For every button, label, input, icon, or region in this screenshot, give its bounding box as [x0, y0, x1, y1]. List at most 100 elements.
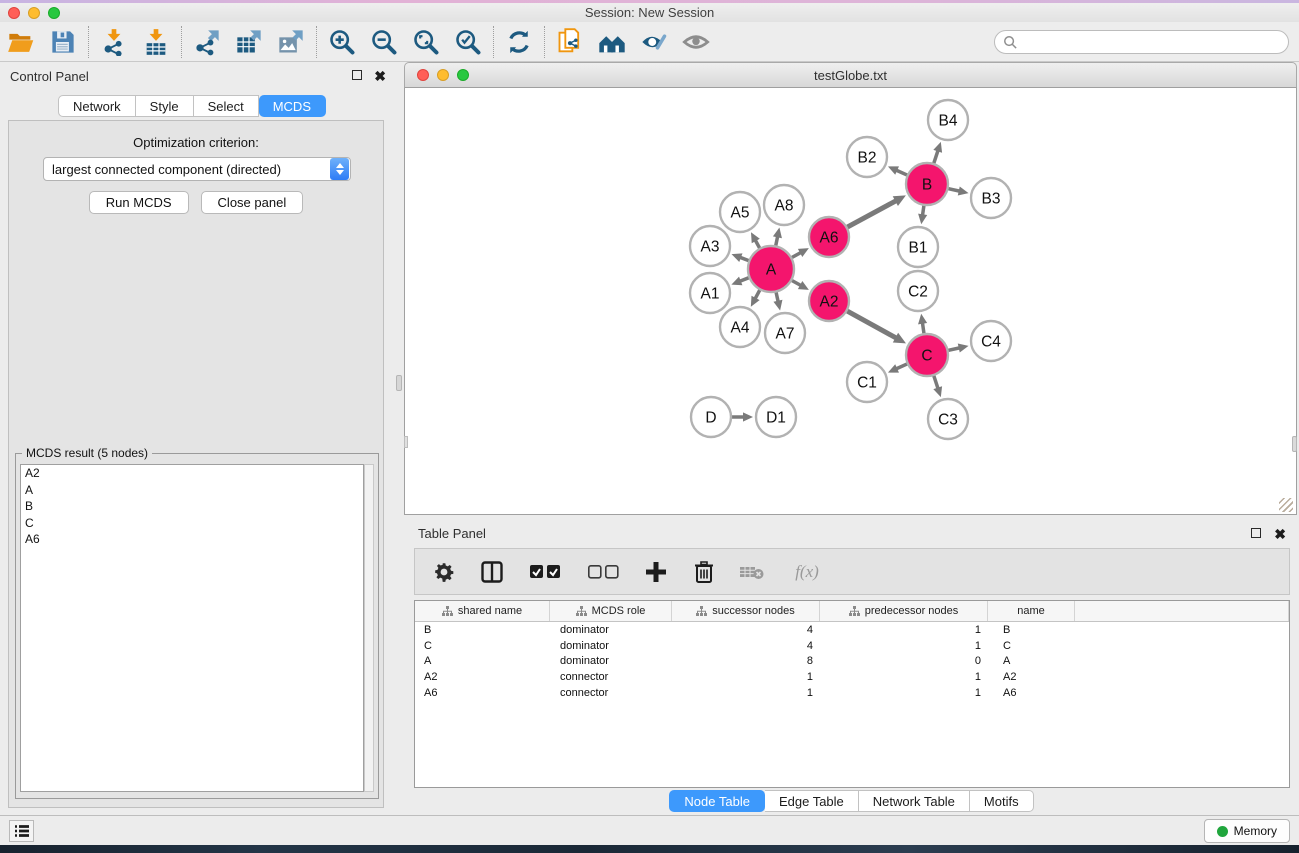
open-session-button[interactable]	[0, 25, 42, 59]
show-panel-list-button[interactable]	[9, 820, 34, 842]
edge-A2-C[interactable]	[845, 310, 897, 339]
graph-node-D1[interactable]: D1	[756, 397, 796, 437]
table-cell[interactable]: A2	[415, 669, 550, 685]
refresh-button[interactable]	[498, 25, 540, 59]
table-cell[interactable]: B	[988, 622, 1075, 638]
tab-mcds[interactable]: MCDS	[259, 95, 326, 117]
node-table[interactable]: shared nameMCDS rolesuccessor nodesprede…	[414, 600, 1290, 788]
panel-splitter-handle[interactable]	[396, 375, 402, 391]
column-header-predecessor-nodes[interactable]: predecessor nodes	[820, 601, 988, 621]
graph-node-C4[interactable]: C4	[971, 321, 1011, 361]
table-cell[interactable]: connector	[550, 669, 672, 685]
graph-node-C1[interactable]: C1	[847, 362, 887, 402]
table-cell[interactable]: dominator	[550, 622, 672, 638]
graph-node-B1[interactable]: B1	[898, 227, 938, 267]
hide-all-columns-button[interactable]	[585, 559, 621, 585]
graph-node-C2[interactable]: C2	[898, 271, 938, 311]
zoom-selected-button[interactable]	[447, 25, 489, 59]
tab-edge-table[interactable]: Edge Table	[765, 790, 859, 812]
table-cell[interactable]: 1	[820, 669, 988, 685]
home-layout-button[interactable]	[591, 25, 633, 59]
table-row[interactable]: A2connector11A2	[415, 669, 1289, 685]
table-cell[interactable]: A2	[988, 669, 1075, 685]
memory-button[interactable]: Memory	[1204, 819, 1290, 843]
graph-node-B2[interactable]: B2	[847, 137, 887, 177]
table-cell[interactable]: C	[988, 638, 1075, 654]
column-header-mcds-role[interactable]: MCDS role	[550, 601, 672, 621]
table-cell[interactable]: 4	[672, 638, 820, 654]
graph-node-A8[interactable]: A8	[764, 185, 804, 225]
canvas-right-handle[interactable]	[1292, 436, 1297, 452]
graph-node-A[interactable]: A	[748, 246, 794, 292]
table-cell[interactable]: A	[415, 654, 550, 670]
graph-node-D[interactable]: D	[691, 397, 731, 437]
result-list-item[interactable]: A6	[21, 531, 363, 548]
table-cell[interactable]: 4	[672, 622, 820, 638]
tab-select[interactable]: Select	[194, 95, 259, 117]
optimization-criterion-select[interactable]: largest connected component (directed)	[43, 157, 351, 181]
create-column-button[interactable]	[643, 559, 669, 585]
table-cell[interactable]	[1075, 622, 1289, 638]
result-list-item[interactable]: A2	[21, 465, 363, 482]
table-row[interactable]: Bdominator41B	[415, 622, 1289, 638]
graph-node-B[interactable]: B	[906, 163, 948, 205]
table-cell[interactable]: B	[415, 622, 550, 638]
export-network-button[interactable]	[186, 25, 228, 59]
table-cell[interactable]: connector	[550, 685, 672, 701]
search-field[interactable]	[994, 30, 1289, 54]
table-cell[interactable]: dominator	[550, 654, 672, 670]
table-row[interactable]: Cdominator41C	[415, 638, 1289, 654]
clone-network-button[interactable]	[549, 25, 591, 59]
table-row[interactable]: Adominator80A	[415, 654, 1289, 670]
tab-network-table[interactable]: Network Table	[859, 790, 970, 812]
float-panel-button[interactable]	[352, 70, 362, 80]
graph-node-A4[interactable]: A4	[720, 307, 760, 347]
graph-node-A5[interactable]: A5	[720, 192, 760, 232]
close-panel-icon[interactable]: ✖	[374, 70, 386, 82]
split-view-button[interactable]	[479, 559, 505, 585]
resize-grip-icon[interactable]	[1279, 498, 1293, 512]
table-cell[interactable]: 1	[820, 622, 988, 638]
graph-node-B3[interactable]: B3	[971, 178, 1011, 218]
table-cell[interactable]: dominator	[550, 638, 672, 654]
zoom-in-button[interactable]	[321, 25, 363, 59]
result-list-item[interactable]: B	[21, 498, 363, 515]
graph-node-A2[interactable]: A2	[809, 281, 849, 321]
show-all-button[interactable]	[675, 25, 717, 59]
table-cell[interactable]: 0	[820, 654, 988, 670]
export-table-button[interactable]	[228, 25, 270, 59]
table-cell[interactable]	[1075, 638, 1289, 654]
show-all-columns-button[interactable]	[527, 559, 563, 585]
result-list-item[interactable]: C	[21, 515, 363, 532]
export-image-button[interactable]	[270, 25, 312, 59]
zoom-fit-button[interactable]	[405, 25, 447, 59]
save-session-button[interactable]	[42, 25, 84, 59]
result-list-scrollbar[interactable]	[364, 464, 374, 792]
tab-motifs[interactable]: Motifs	[970, 790, 1034, 812]
close-panel-button[interactable]: Close panel	[201, 191, 304, 214]
graph-node-A7[interactable]: A7	[765, 313, 805, 353]
canvas-left-handle[interactable]	[404, 436, 408, 448]
close-table-panel-icon[interactable]: ✖	[1274, 528, 1286, 540]
delete-table-button[interactable]	[739, 559, 765, 585]
graph-node-C3[interactable]: C3	[928, 399, 968, 439]
float-table-panel-button[interactable]	[1251, 528, 1261, 538]
import-network-button[interactable]	[93, 25, 135, 59]
table-cell[interactable]: A	[988, 654, 1075, 670]
tab-node-table[interactable]: Node Table	[669, 790, 765, 812]
search-input[interactable]	[1018, 35, 1288, 49]
column-header-name[interactable]: name	[988, 601, 1075, 621]
run-mcds-button[interactable]: Run MCDS	[89, 191, 189, 214]
import-table-button[interactable]	[135, 25, 177, 59]
network-window-titlebar[interactable]: testGlobe.txt	[404, 62, 1297, 88]
table-cell[interactable]: C	[415, 638, 550, 654]
zoom-out-button[interactable]	[363, 25, 405, 59]
column-header-shared-name[interactable]: shared name	[415, 601, 550, 621]
table-cell[interactable]	[1075, 685, 1289, 701]
hide-selected-button[interactable]	[633, 25, 675, 59]
table-cell[interactable]: 8	[672, 654, 820, 670]
table-cell[interactable]: 1	[672, 685, 820, 701]
table-cell[interactable]	[1075, 669, 1289, 685]
graph-node-A3[interactable]: A3	[690, 226, 730, 266]
table-row[interactable]: A6connector11A6	[415, 685, 1289, 701]
